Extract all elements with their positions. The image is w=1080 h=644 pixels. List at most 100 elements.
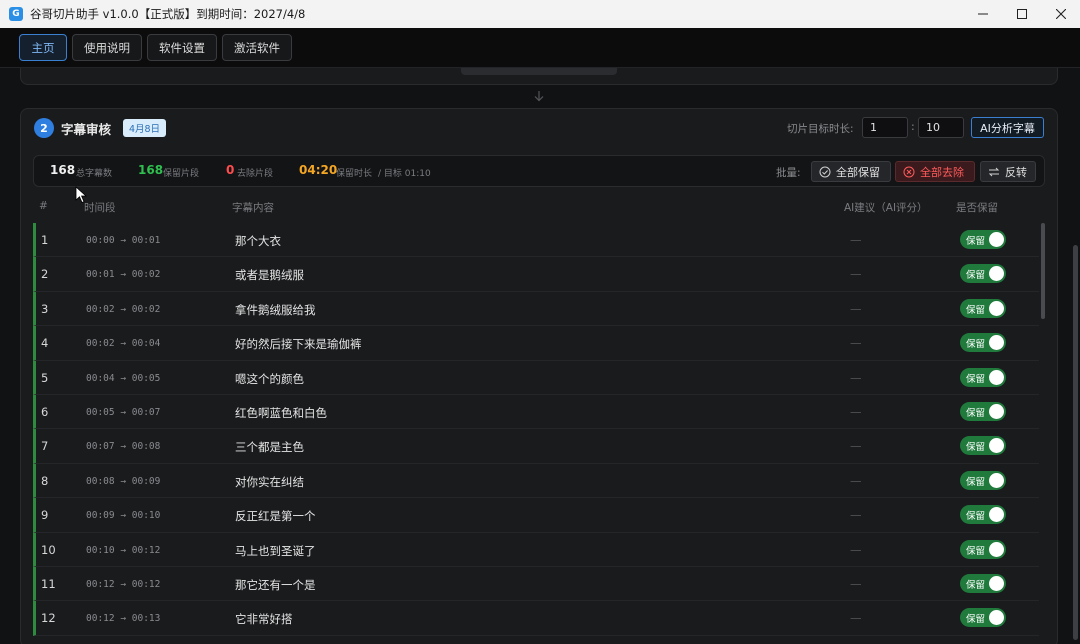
keep-toggle[interactable]: 保留 [960,539,1006,559]
keep-toggle-label: 保留 [966,236,986,247]
col-index: # [39,200,48,212]
toggle-knob [989,610,1004,626]
row-text: 好的然后接下来是瑜伽裤 [235,337,362,352]
row-ai: — [850,542,862,557]
row-time: 00:07 → 00:08 [86,441,161,453]
kept-duration: 04:20 [299,163,338,177]
total-count-label: 总字幕数 [76,169,113,179]
row-text: 嗯这个的颜色 [235,371,304,386]
row-ai: — [850,336,862,351]
removed-count: 0 [226,163,235,177]
x-circle-icon [903,166,915,177]
top-nav: 主页 使用说明 软件设置 激活软件 [0,28,1080,68]
invert-label: 反转 [1005,165,1027,179]
keep-all-button[interactable]: 全部保留 [811,161,891,182]
row-time: 00:02 → 00:04 [86,338,161,350]
row-index: 11 [41,576,56,591]
nav-guide-button[interactable]: 使用说明 [72,34,142,61]
keep-toggle[interactable]: 保留 [960,573,1006,593]
toggle-knob [989,335,1004,351]
keep-toggle[interactable]: 保留 [960,470,1006,490]
row-text: 那它还有一个是 [235,577,316,592]
row-index: 10 [41,542,56,557]
toggle-knob [989,300,1004,316]
table-row[interactable]: 5 00:04 → 00:05 嗯这个的颜色 — 保留 [33,360,1039,395]
table-row[interactable]: 6 00:05 → 00:07 红色啊蓝色和白色 — 保留 [33,394,1039,430]
total-count: 168 [50,163,76,177]
close-button[interactable] [1041,0,1080,28]
keep-toggle[interactable]: 保留 [960,298,1006,318]
table-row[interactable]: 12 00:12 → 00:13 它非常好搭 — 保留 [33,601,1039,636]
keep-toggle[interactable]: 保留 [960,333,1006,353]
nav-home-button[interactable]: 主页 [19,34,67,61]
row-time: 00:05 → 00:07 [86,406,161,418]
table-row[interactable]: 2 00:01 → 00:02 或者是鹅绒服 — 保留 [33,257,1039,292]
toggle-knob [989,472,1004,488]
col-text: 字幕内容 [232,202,274,214]
previous-step-button[interactable] [461,68,617,75]
close-icon [1055,9,1066,19]
row-index: 7 [41,439,49,454]
check-circle-icon [819,166,831,177]
minimize-button[interactable] [963,0,1002,28]
row-index: 9 [41,508,49,523]
table-row[interactable]: 3 00:02 → 00:02 拿件鹅绒服给我 — 保留 [33,291,1039,327]
row-index: 6 [41,404,49,419]
toggle-knob [989,438,1004,454]
table-scrollbar[interactable] [1041,223,1045,319]
keep-toggle[interactable]: 保留 [960,608,1006,628]
keep-toggle[interactable]: 保留 [960,367,1006,387]
row-index: 3 [41,301,49,316]
row-time: 00:04 → 00:05 [86,372,161,384]
keep-toggle[interactable]: 保留 [960,436,1006,456]
table-row[interactable]: 11 00:12 → 00:12 那它还有一个是 — 保留 [33,566,1039,602]
maximize-button[interactable] [1002,0,1041,28]
target-duration-label: 切片目标时长: [787,123,854,135]
row-text: 拿件鹅绒服给我 [235,302,316,317]
ai-analyze-button[interactable]: AI分析字幕 [971,117,1044,138]
table-row[interactable]: 1 00:00 → 00:01 那个大衣 — 保留 [33,223,1039,258]
table-row[interactable]: 4 00:02 → 00:04 好的然后接下来是瑜伽裤 — 保留 [33,326,1039,361]
row-index: 12 [41,611,56,626]
row-ai: — [850,576,862,591]
row-ai: — [850,267,862,282]
toggle-knob [989,403,1004,419]
remove-all-label: 全部去除 [920,165,964,179]
table-row[interactable]: 7 00:07 → 00:08 三个都是主色 — 保留 [33,429,1039,464]
nav-settings-button[interactable]: 软件设置 [147,34,217,61]
row-index: 4 [41,336,49,351]
keep-toggle-label: 保留 [966,545,986,557]
row-time: 00:02 → 00:02 [86,303,161,315]
keep-toggle[interactable]: 保留 [960,505,1006,525]
keep-toggle-label: 保留 [966,339,986,351]
row-text: 马上也到圣诞了 [235,543,316,558]
row-text: 它非常好搭 [235,612,293,627]
row-time: 00:12 → 00:13 [86,613,161,625]
subtitle-table: 1 00:00 → 00:01 那个大衣 — 保留 2 00:01 → 00:0… [33,223,1039,636]
page-scrollbar[interactable] [1073,245,1078,640]
duration-minutes-input[interactable]: 1 [862,117,908,138]
keep-toggle[interactable]: 保留 [960,230,1006,249]
toggle-knob [989,541,1004,557]
toggle-knob [989,232,1004,247]
row-index: 8 [41,473,49,488]
window-title: 谷哥切片助手 v1.0.0【正式版】到期时间：2027/4/8 [30,7,306,21]
invert-button[interactable]: 反转 [980,161,1036,182]
remove-all-button[interactable]: 全部去除 [895,161,975,182]
table-row[interactable]: 8 00:08 → 00:09 对你实在纠结 — 保留 [33,463,1039,499]
removed-count-label: 去除片段 [237,169,274,179]
keep-toggle[interactable]: 保留 [960,401,1006,421]
row-index: 5 [41,370,49,385]
table-row[interactable]: 10 00:10 → 00:12 马上也到圣诞了 — 保留 [33,532,1039,567]
title-bar: G 谷哥切片助手 v1.0.0【正式版】到期时间：2027/4/8 [0,0,1080,28]
keep-toggle-label: 保留 [966,579,986,591]
batch-label: 批量: [776,167,801,179]
duration-separator: : [911,120,915,133]
maximize-icon [1016,9,1027,19]
table-row[interactable]: 9 00:09 → 00:10 反正红是第一个 — 保留 [33,498,1039,533]
row-ai: — [850,439,862,454]
keep-toggle[interactable]: 保留 [960,264,1006,284]
nav-activate-button[interactable]: 激活软件 [222,34,292,61]
row-index: 2 [41,267,49,282]
duration-seconds-input[interactable]: 10 [918,117,964,138]
